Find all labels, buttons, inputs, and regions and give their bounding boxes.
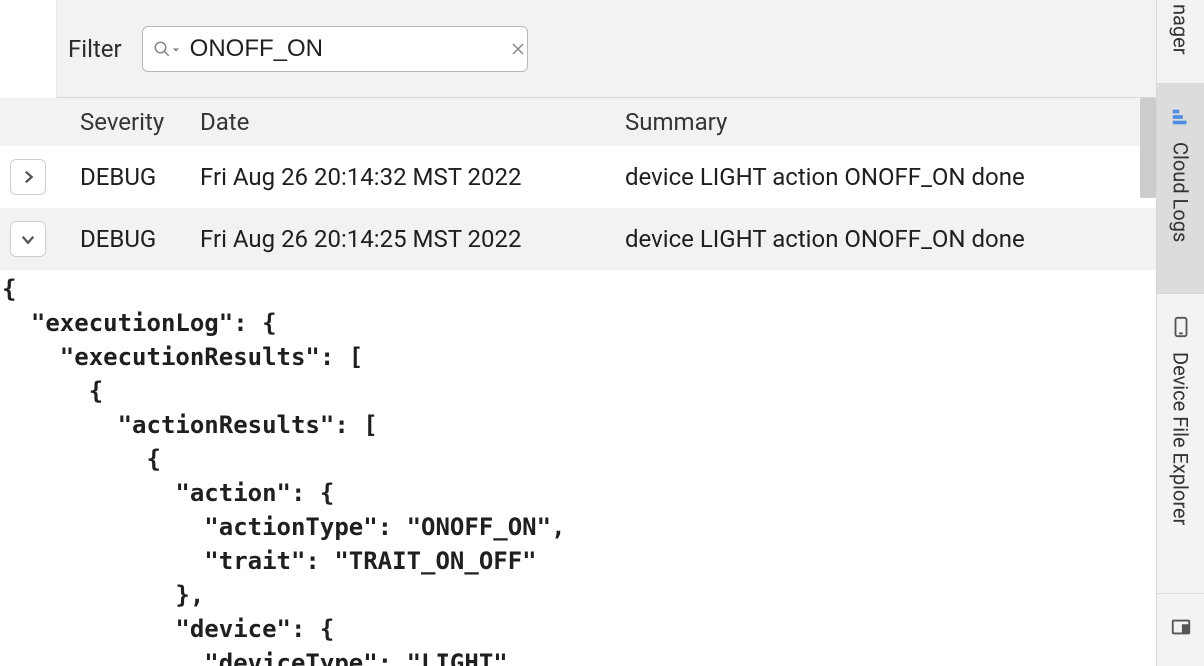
column-header-summary[interactable]: Summary [625,108,1156,136]
side-tab-label: Cloud Logs [1169,142,1193,242]
expand-row-button[interactable] [10,159,46,195]
collapse-row-button[interactable] [10,221,46,257]
filter-bar: Filter [56,0,1156,98]
side-tab-unknown[interactable] [1157,594,1204,666]
log-table: Severity Date Summary DEBUG Fri Aug 26 2… [0,98,1156,666]
vertical-scrollbar[interactable] [1140,98,1156,198]
device-icon [1170,316,1192,342]
column-header-date[interactable]: Date [200,108,625,136]
log-row[interactable]: DEBUG Fri Aug 26 20:14:32 MST 2022 devic… [0,146,1156,208]
side-tab-device-file-explorer[interactable]: Device File Explorer [1157,294,1204,594]
side-tab-label: nager [1169,4,1193,55]
column-header-severity[interactable]: Severity [60,108,200,136]
severity-cell: DEBUG [60,163,200,191]
search-options-caret-icon[interactable] [172,39,180,58]
summary-cell: device LIGHT action ONOFF_ON done [625,163,1156,191]
log-row[interactable]: DEBUG Fri Aug 26 20:14:25 MST 2022 devic… [0,208,1156,270]
filter-search-box[interactable] [142,26,528,72]
summary-cell: device LIGHT action ONOFF_ON done [625,225,1156,253]
table-header-row: Severity Date Summary [0,98,1156,146]
date-cell: Fri Aug 26 20:14:32 MST 2022 [200,163,625,191]
search-icon[interactable] [153,39,180,58]
side-tab-cloud-logs[interactable]: Cloud Logs [1157,84,1204,294]
date-cell: Fri Aug 26 20:14:25 MST 2022 [200,225,625,253]
side-tab-label: Device File Explorer [1169,352,1193,525]
log-json-detail[interactable]: { "executionLog": { "executionResults": … [0,270,1156,666]
clear-filter-button[interactable] [510,41,526,57]
side-tool-rail: nager Cloud Logs Device File Explorer [1156,0,1204,666]
severity-cell: DEBUG [60,225,200,253]
side-tab-manager[interactable]: nager [1157,0,1204,84]
filter-input[interactable] [190,35,500,63]
filter-label: Filter [68,35,122,63]
cloud-logs-icon [1170,106,1192,132]
panel-icon [1170,616,1192,642]
